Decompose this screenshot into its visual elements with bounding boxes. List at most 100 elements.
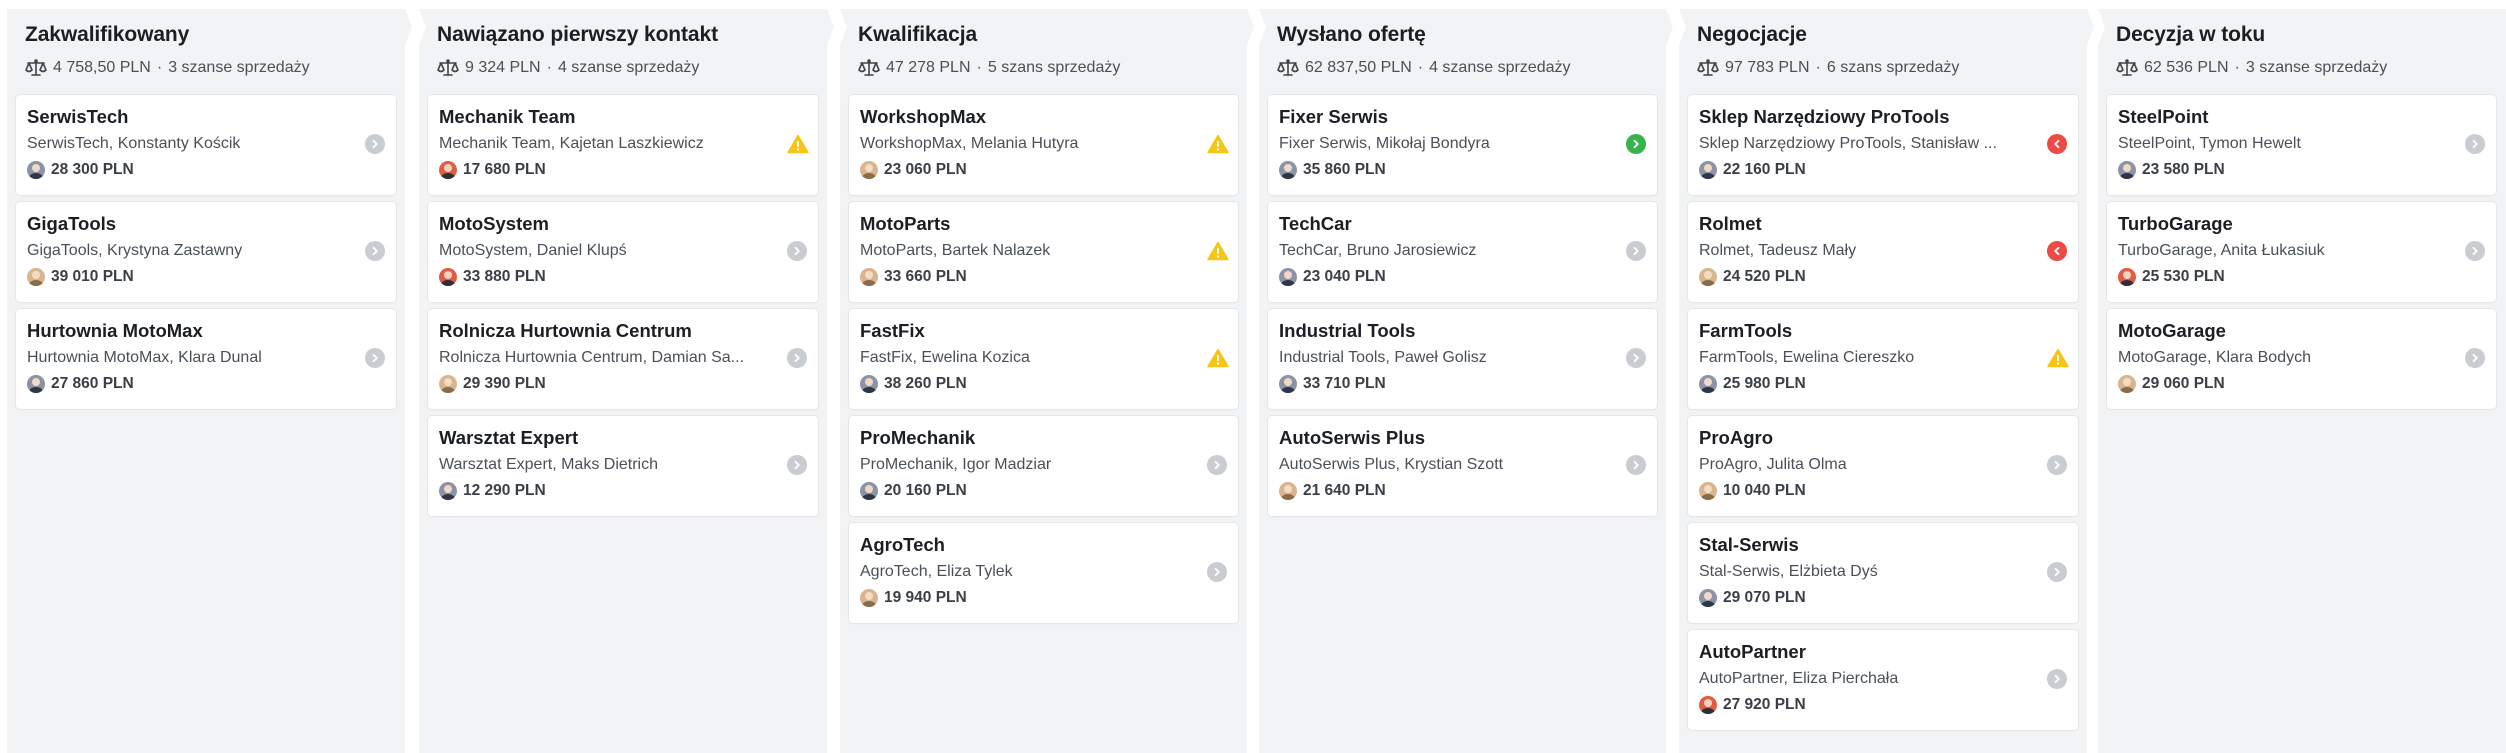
deal-card[interactable]: Rolmet Rolmet, Tadeusz Mały 24 520 PLN — [1688, 202, 2078, 302]
avatar — [27, 268, 45, 286]
deal-title: TechCar — [1279, 213, 1352, 234]
deal-card[interactable]: Industrial Tools Industrial Tools, Paweł … — [1268, 309, 1657, 409]
arrow-right-icon[interactable] — [365, 348, 385, 368]
deal-amount: 27 920 PLN — [1723, 696, 1806, 713]
deal-card[interactable]: WorkshopMax WorkshopMax, Melania Hutyra 23… — [849, 95, 1238, 195]
arrow-left-icon[interactable] — [2047, 241, 2067, 261]
arrow-right-icon[interactable] — [1626, 241, 1646, 261]
separator-dot: · — [156, 59, 163, 76]
separator-dot: · — [1815, 59, 1821, 76]
deal-card[interactable]: TurboGarage TurboGarage, Anita Łukasiuk 25… — [2107, 202, 2496, 302]
avatar — [27, 375, 45, 393]
deal-card[interactable]: Fixer Serwis Fixer Serwis, Mikołaj Bondyr… — [1268, 95, 1657, 195]
deal-card[interactable]: Warsztat Expert Warsztat Expert, Maks Die… — [428, 416, 818, 516]
deal-card[interactable]: SteelPoint SteelPoint, Tymon Hewelt 23 580… — [2107, 95, 2496, 195]
arrow-right-icon[interactable] — [1207, 455, 1227, 475]
deal-contact: WorkshopMax, Melania Hutyra — [860, 135, 1079, 152]
deal-card[interactable]: SerwisTech SerwisTech, Konstanty Kościk 28… — [16, 95, 396, 195]
arrow-left-icon[interactable] — [2047, 134, 2067, 154]
avatar — [1279, 268, 1297, 286]
deal-contact: Fixer Serwis, Mikołaj Bondyra — [1279, 135, 1490, 152]
warning-icon[interactable] — [1207, 348, 1229, 368]
deal-card[interactable]: ProMechanik ProMechanik, Igor Madziar 20 1… — [849, 416, 1238, 516]
deal-contact: Industrial Tools, Paweł Golisz — [1279, 349, 1487, 366]
deal-card[interactable]: AutoPartner AutoPartner, Eliza Pierchała 2… — [1688, 630, 2078, 730]
arrow-right-icon[interactable] — [787, 348, 807, 368]
separator-dot: · — [2234, 59, 2240, 76]
deal-card[interactable]: Hurtownia MotoMax Hurtownia MotoMax, Klar… — [16, 309, 396, 409]
deal-card[interactable]: Rolnicza Hurtownia Centrum Rolnicza Hurto… — [428, 309, 818, 409]
card-list: Mechanik Team Mechanik Team, Kajetan Lasz… — [428, 95, 818, 523]
deal-amount-row: 23 060 PLN — [860, 161, 967, 179]
scale-icon — [1697, 59, 1719, 77]
arrow-right-icon[interactable] — [787, 455, 807, 475]
deal-amount-row: 33 880 PLN — [439, 268, 546, 286]
deal-amount-row: 28 300 PLN — [27, 161, 134, 179]
deal-title: Sklep Narzędziowy ProTools — [1699, 106, 1950, 127]
deal-amount: 24 520 PLN — [1723, 268, 1806, 285]
arrow-right-icon[interactable] — [2465, 134, 2485, 154]
arrow-right-icon[interactable] — [365, 241, 385, 261]
column-count: 4 szanse sprzedaży — [557, 59, 700, 76]
arrow-right-icon[interactable] — [787, 241, 807, 261]
deal-title: AgroTech — [860, 534, 945, 555]
deal-card[interactable]: FastFix FastFix, Ewelina Kozica 38 260 PLN — [849, 309, 1238, 409]
deal-amount: 23 060 PLN — [884, 161, 967, 178]
deal-contact: SteelPoint, Tymon Hewelt — [2118, 135, 2301, 152]
arrow-right-icon[interactable] — [1207, 562, 1227, 582]
avatar — [439, 161, 457, 179]
deal-card[interactable]: MotoGarage MotoGarage, Klara Bodych 29 060… — [2107, 309, 2496, 409]
deal-amount: 28 300 PLN — [51, 161, 134, 178]
deal-amount-row: 20 160 PLN — [860, 482, 967, 500]
arrow-right-icon[interactable] — [365, 134, 385, 154]
column-total: 4 758,50 PLN — [53, 59, 151, 76]
warning-icon[interactable] — [787, 134, 809, 154]
column-summary: 9 324 PLN · 4 szanse sprzedaży — [437, 59, 699, 77]
deal-amount: 25 980 PLN — [1723, 375, 1806, 392]
deal-card[interactable]: GigaTools GigaTools, Krystyna Zastawny 39 … — [16, 202, 396, 302]
arrow-right-icon[interactable] — [2047, 455, 2067, 475]
deal-amount: 27 860 PLN — [51, 375, 134, 392]
deal-card[interactable]: MotoParts MotoParts, Bartek Nalazek 33 660… — [849, 202, 1238, 302]
deal-amount: 21 640 PLN — [1303, 482, 1386, 499]
card-list: SteelPoint SteelPoint, Tymon Hewelt 23 580… — [2107, 95, 2496, 416]
deal-card[interactable]: AgroTech AgroTech, Eliza Tylek 19 940 PLN — [849, 523, 1238, 623]
deal-title: Warsztat Expert — [439, 427, 579, 448]
arrow-right-icon[interactable] — [2465, 348, 2485, 368]
deal-card[interactable]: Stal-Serwis Stal-Serwis, Elżbieta Dyś 29 0… — [1688, 523, 2078, 623]
deal-title: Rolnicza Hurtownia Centrum — [439, 320, 692, 341]
deal-title: AutoPartner — [1699, 641, 1806, 662]
arrow-right-icon[interactable] — [2465, 241, 2485, 261]
column-total: 62 536 PLN — [2144, 59, 2229, 76]
warning-icon[interactable] — [2047, 348, 2069, 368]
deal-contact: AutoPartner, Eliza Pierchała — [1699, 670, 1899, 687]
deal-amount-row: 38 260 PLN — [860, 375, 967, 393]
deal-card[interactable]: FarmTools FarmTools, Ewelina Ciereszko 25 … — [1688, 309, 2078, 409]
deal-card[interactable]: ProAgro ProAgro, Julita Olma 10 040 PLN — [1688, 416, 2078, 516]
deal-card[interactable]: TechCar TechCar, Bruno Jarosiewicz 23 040 … — [1268, 202, 1657, 302]
arrow-right-icon[interactable] — [1626, 348, 1646, 368]
deal-contact: Mechanik Team, Kajetan Laszkiewicz — [439, 135, 704, 152]
scale-icon — [2116, 59, 2138, 77]
arrow-right-icon[interactable] — [1626, 134, 1646, 154]
deal-card[interactable]: AutoSerwis Plus AutoSerwis Plus, Krystian… — [1268, 416, 1657, 516]
avatar — [439, 375, 457, 393]
arrow-right-icon[interactable] — [2047, 562, 2067, 582]
pipeline-column: Wysłano ofertę 62 837,50 PLN · 4 szanse spr… — [1259, 9, 1673, 753]
column-title: Nawiązano pierwszy kontakt — [437, 23, 718, 46]
deal-card[interactable]: MotoSystem MotoSystem, Daniel Klupś 33 880… — [428, 202, 818, 302]
deal-amount-row: 29 070 PLN — [1699, 589, 1806, 607]
deal-amount: 23 580 PLN — [2142, 161, 2225, 178]
arrow-right-icon[interactable] — [1626, 455, 1646, 475]
deal-card[interactable]: Sklep Narzędziowy ProTools Sklep Narzędzi… — [1688, 95, 2078, 195]
arrow-right-icon[interactable] — [2047, 669, 2067, 689]
scale-icon — [25, 59, 47, 77]
deal-amount-row: 17 680 PLN — [439, 161, 546, 179]
deal-amount: 38 260 PLN — [884, 375, 967, 392]
deal-title: Rolmet — [1699, 213, 1762, 234]
warning-icon[interactable] — [1207, 241, 1229, 261]
warning-icon[interactable] — [1207, 134, 1229, 154]
deal-amount: 12 290 PLN — [463, 482, 546, 499]
card-list: Fixer Serwis Fixer Serwis, Mikołaj Bondyr… — [1268, 95, 1657, 523]
deal-card[interactable]: Mechanik Team Mechanik Team, Kajetan Lasz… — [428, 95, 818, 195]
